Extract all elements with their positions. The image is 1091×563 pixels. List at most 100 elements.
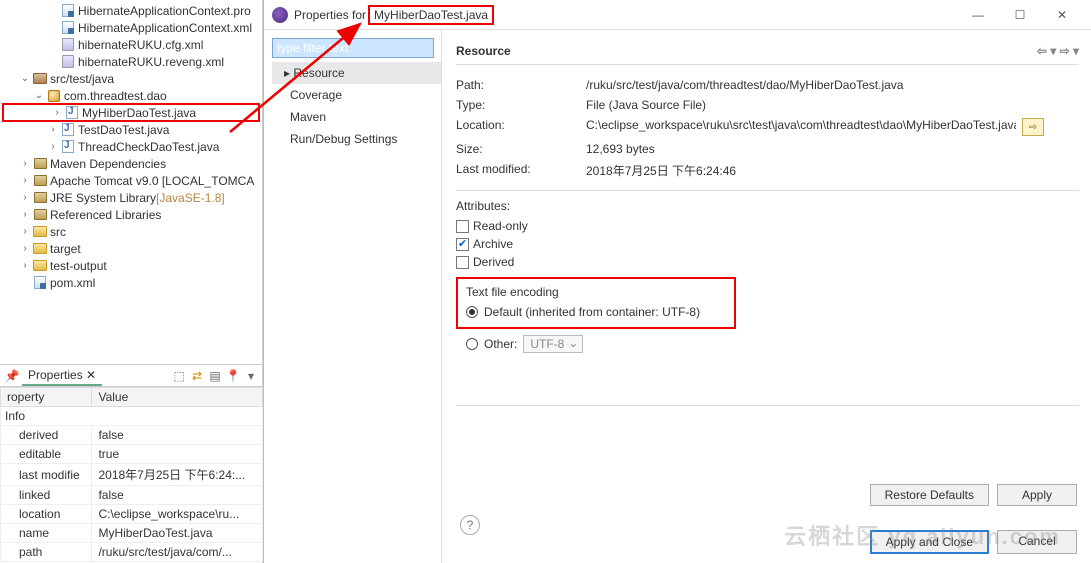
tree-item-label: HibernateApplicationContext.pro [78,4,251,18]
expand-twisty[interactable]: › [18,209,32,220]
filter-icon[interactable]: ▤ [207,368,223,384]
property-row[interactable]: linkedfalse [1,486,263,505]
lbl-type: Type: [456,98,586,112]
encoding-group-label: Text file encoding [466,285,726,303]
tree-item[interactable]: hibernateRUKU.reveng.xml [0,53,262,70]
properties-tab[interactable]: Properties ✕ [22,366,102,386]
col-property[interactable]: roperty [1,388,92,407]
expand-twisty[interactable]: › [18,226,32,237]
val-type: File (Java Source File) [586,98,706,112]
val-path: /ruku/src/test/java/com/threadtest/dao/M… [586,78,903,92]
tree-item[interactable]: ⌄src/test/java [0,70,262,87]
radio-default-encoding[interactable]: Default (inherited from container: UTF-8… [466,303,726,321]
expand-twisty[interactable]: › [18,175,32,186]
tree-item[interactable]: HibernateApplicationContext.pro [0,2,262,19]
expand-twisty[interactable]: ⌄ [18,73,32,84]
categories-icon[interactable]: ⇄ [189,368,205,384]
dialog-content: Resource ⇦ ▾ ⇨ ▾ Path:/ruku/src/test/jav… [442,30,1091,563]
tree-item[interactable]: ›JRE System Library [JavaSE-1.8] [0,189,262,206]
tree-mode-icon[interactable]: ⬚ [171,368,187,384]
property-row[interactable]: editabletrue [1,445,263,464]
col-value[interactable]: Value [92,388,263,407]
property-row[interactable]: derivedfalse [1,426,263,445]
show-in-explorer-button[interactable]: ⇨ [1022,118,1044,136]
property-row[interactable]: nameMyHiberDaoTest.java [1,524,263,543]
pkg-icon [46,88,62,104]
chk-archive[interactable]: Archive [456,235,1079,253]
filter-input[interactable]: type filter text [272,38,434,58]
property-row[interactable]: locationC:\eclipse_workspace\ru... [1,505,263,524]
xml-icon [32,275,48,291]
tree-item[interactable]: › Apache Tomcat v9.0 [LOCAL_TOMCA [0,172,262,189]
nav-coverage[interactable]: Coverage [272,84,441,106]
group-info[interactable]: Info [1,407,263,426]
chk-readonly[interactable]: Read-only [456,217,1079,235]
expand-twisty[interactable]: › [50,107,64,118]
property-row[interactable]: path/ruku/src/test/java/com/... [1,543,263,562]
j-icon [60,122,76,138]
tree-item[interactable]: ›test-output [0,257,262,274]
properties-table: roperty Value Info derivedfalse editable… [0,387,263,562]
nav-arrows[interactable]: ⇦ ▾ ⇨ ▾ [1037,44,1079,58]
tree-item-label: com.threadtest.dao [64,89,167,103]
lbl-modified: Last modified: [456,162,586,179]
pin-prop-icon[interactable]: 📍 [225,368,241,384]
property-row[interactable]: last modifie2018年7月25日 下午6:24:... [1,464,263,486]
property-value: true [92,445,263,464]
nav-resource[interactable]: ▸ Resource [272,62,441,84]
tree-item[interactable]: pom.xml [0,274,262,291]
restore-defaults-button[interactable]: Restore Defaults [870,484,989,506]
expand-twisty[interactable]: › [18,243,32,254]
project-tree[interactable]: HibernateApplicationContext.pro Hibernate… [0,0,262,291]
tree-item[interactable]: › ThreadCheckDaoTest.java [0,138,262,155]
tree-item[interactable]: HibernateApplicationContext.xml [0,19,262,36]
tree-item-label: Referenced Libraries [50,208,161,222]
property-value: C:\eclipse_workspace\ru... [92,505,263,524]
dialog-titlebar[interactable]: Properties for MyHiberDaoTest.java — ☐ ✕ [264,0,1091,30]
property-value: MyHiberDaoTest.java [92,524,263,543]
j-icon [60,139,76,155]
folder-icon [32,241,48,257]
tree-item[interactable]: ›TestDaoTest.java [0,121,262,138]
tree-item-label: ThreadCheckDaoTest.java [78,140,219,154]
nav-maven[interactable]: Maven [272,106,441,128]
xml-icon [60,20,76,36]
encoding-combo[interactable]: UTF-8 [523,335,583,353]
lbl-location: Location: [456,118,586,136]
expand-twisty[interactable]: › [18,260,32,271]
lbl-attributes: Attributes: [456,199,1079,217]
tree-item[interactable]: hibernateRUKU.cfg.xml [0,36,262,53]
radio-other-encoding[interactable]: Other: UTF-8 [466,333,1079,355]
apply-button[interactable]: Apply [997,484,1077,506]
tree-item[interactable]: › MyHiberDaoTest.java [2,103,260,122]
minimize-button[interactable]: — [957,1,999,29]
tree-item-label: pom.xml [50,276,95,290]
menu-icon[interactable]: ▾ [243,368,259,384]
tree-item-label: hibernateRUKU.cfg.xml [78,38,203,52]
nav-rundebug[interactable]: Run/Debug Settings [272,128,441,150]
tree-item-suffix: [JavaSE-1.8] [156,191,225,205]
maximize-button[interactable]: ☐ [999,1,1041,29]
dialog-title-file: MyHiberDaoTest.java [368,5,494,25]
tree-item[interactable]: › Referenced Libraries [0,206,262,223]
property-key: derived [1,426,92,445]
tree-item[interactable]: ›src [0,223,262,240]
tree-item[interactable]: ›target [0,240,262,257]
tree-item-label: HibernateApplicationContext.xml [78,21,252,35]
close-button[interactable]: ✕ [1041,1,1083,29]
dialog-nav: type filter text ▸ Resource Coverage Mav… [264,30,442,563]
tree-item[interactable]: ›Maven Dependencies [0,155,262,172]
j-icon [64,105,80,121]
expand-twisty[interactable]: ⌄ [32,90,46,101]
chk-derived[interactable]: Derived [456,253,1079,271]
help-button[interactable]: ? [460,515,480,535]
expand-twisty[interactable]: › [46,141,60,152]
tree-item[interactable]: ⌄ com.threadtest.dao [0,87,262,104]
folder-icon [32,224,48,240]
tree-item-label: MyHiberDaoTest.java [82,106,196,120]
expand-twisty[interactable]: › [46,124,60,135]
expand-twisty[interactable]: › [18,192,32,203]
val-size: 12,693 bytes [586,142,655,156]
expand-twisty[interactable]: › [18,158,32,169]
tree-item-label: Apache Tomcat v9.0 [LOCAL_TOMCA [50,174,254,188]
